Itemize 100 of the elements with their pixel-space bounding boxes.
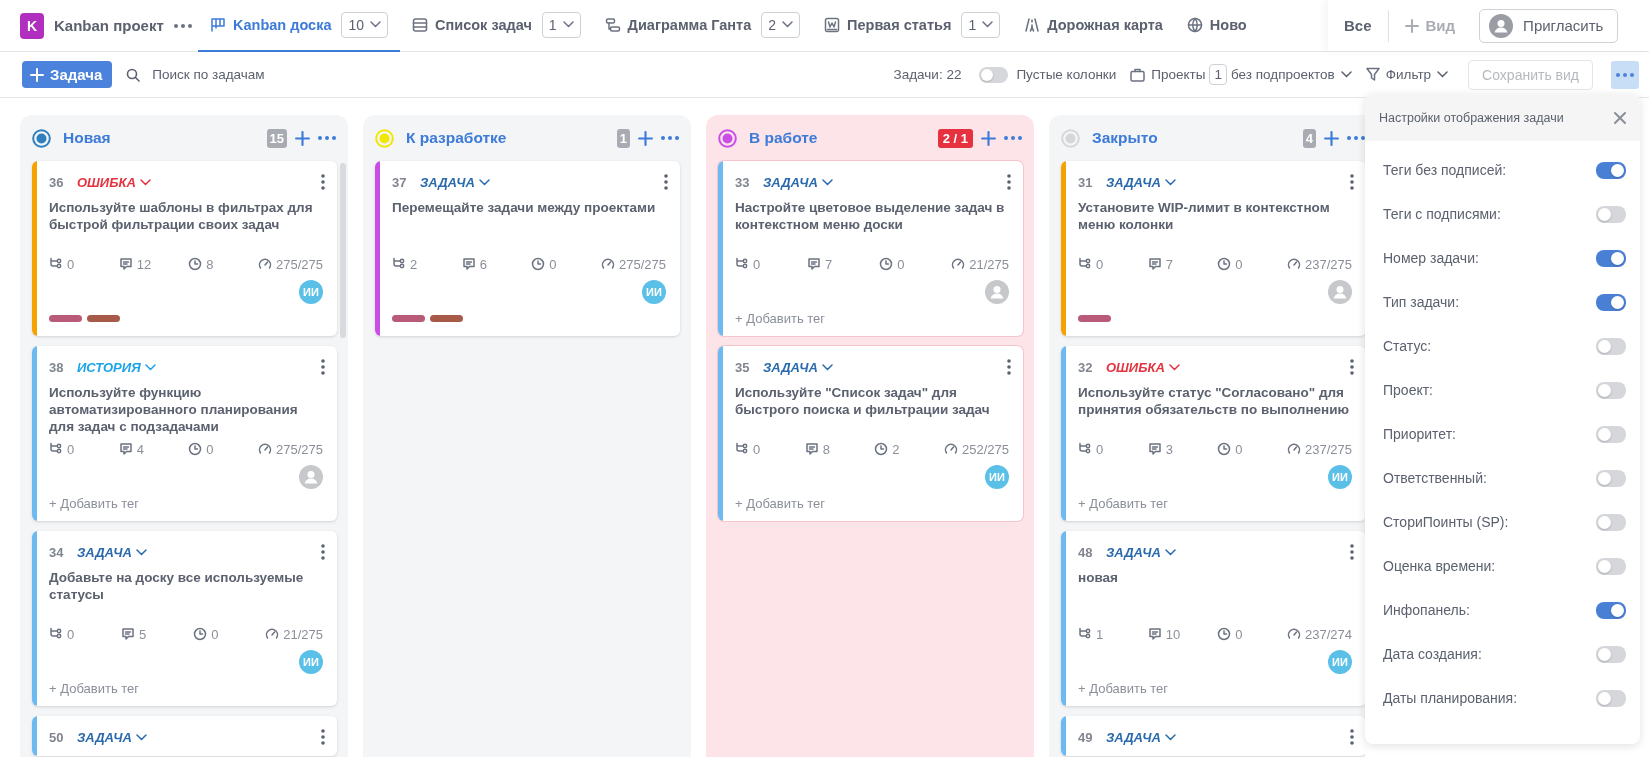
view-tab[interactable]: Диаграмма Ганта 2 [592, 0, 813, 52]
option-toggle[interactable] [1596, 381, 1626, 399]
option-toggle[interactable] [1596, 689, 1626, 707]
search-field[interactable]: Поиск по задачам [150, 66, 315, 83]
option-toggle[interactable] [1596, 601, 1626, 619]
card-menu-button[interactable] [321, 544, 325, 560]
view-count[interactable]: 2 [768, 16, 777, 33]
option-toggle[interactable] [1596, 337, 1626, 355]
scrollbar-thumb[interactable] [340, 163, 346, 338]
task-card[interactable]: 35 ЗАДАЧА Используйте "Список задач" для быстрого поиска и фильтрации задач 0 8 2 252/275 ИИ + Добавить тег [718, 346, 1023, 521]
task-title: Используйте статус "Согласовано" для принятия обязательств по выполнению [1078, 384, 1351, 419]
subtasks-icon [49, 257, 63, 271]
task-type-dropdown[interactable]: ЗАДАЧА [763, 174, 833, 190]
option-toggle[interactable] [1596, 161, 1626, 179]
view-count[interactable]: 1 [968, 16, 977, 33]
card-menu-button[interactable] [664, 174, 668, 190]
add-card-button[interactable] [295, 130, 310, 146]
task-card[interactable]: 49 ЗАДАЧА [1061, 716, 1365, 756]
option-toggle[interactable] [1596, 293, 1626, 311]
add-card-button[interactable] [1324, 130, 1339, 146]
option-toggle[interactable] [1596, 513, 1626, 531]
card-menu-button[interactable] [1350, 359, 1354, 375]
add-tag-link[interactable]: + Добавить тег [49, 680, 140, 696]
add-tag-link[interactable]: + Добавить тег [49, 495, 140, 511]
view-tab[interactable]: Kanban доска 10 [198, 0, 401, 52]
task-card[interactable]: 32 ОШИБКА Используйте статус "Согласовано" для принятия обязательств по выполнению 0 3 0 237/275 ИИ + Добавить тег [1061, 346, 1365, 521]
view-tab[interactable]: Ново [1174, 0, 1259, 52]
task-card[interactable]: 31 ЗАДАЧА Установите WIP-лимит в контекстном меню колонки 0 7 0 237/275 [1061, 161, 1365, 336]
task-type-dropdown[interactable]: ОШИБКА [77, 174, 151, 190]
more-button[interactable] [1611, 60, 1639, 89]
task-type-dropdown[interactable]: ЗАДАЧА [763, 359, 833, 375]
task-type-dropdown[interactable]: ЗАДАЧА [420, 174, 490, 190]
view-tab[interactable]: Первая статья 1 [812, 0, 1013, 52]
card-menu-button[interactable] [321, 729, 325, 745]
task-card[interactable]: 34 ЗАДАЧА Добавьте на доску все используемые статусы 0 5 0 21/275 ИИ + Добавить тег [32, 531, 337, 706]
project-name[interactable]: Kanban проект [54, 17, 164, 34]
option-toggle[interactable] [1596, 557, 1626, 575]
add-tag-link[interactable]: + Добавить тег [735, 495, 826, 511]
column-menu-button[interactable] [318, 136, 336, 140]
all-views-button[interactable]: Все [1344, 9, 1389, 42]
task-type-dropdown[interactable]: ОШИБКА [1106, 359, 1180, 375]
tag-chip[interactable] [392, 314, 425, 322]
tag-chip[interactable] [430, 314, 463, 322]
task-card[interactable]: 37 ЗАДАЧА Перемещайте задачи между проектами 2 6 0 275/275 ИИ [375, 161, 680, 336]
column-menu-button[interactable] [661, 136, 679, 140]
task-type-dropdown[interactable]: ЗАДАЧА [77, 729, 147, 745]
task-card[interactable]: 36 ОШИБКА Используйте шаблоны в фильтрах для быстрой фильтрации своих задач 0 12 8 275/275 ИИ [32, 161, 337, 336]
task-card[interactable]: 48 ЗАДАЧА новая 1 10 0 237/274 ИИ + Добавить тег [1061, 531, 1365, 706]
projects-button[interactable]: Проекты [1130, 67, 1206, 82]
dots-icon [318, 136, 336, 140]
card-menu-button[interactable] [1350, 729, 1354, 745]
task-card[interactable]: 33 ЗАДАЧА Настройте цветовое выделение задач в контекстном меню доски 0 7 0 21/275 + Добавить тег [718, 161, 1023, 336]
task-card[interactable]: 38 ИСТОРИЯ Используйте функцию автоматизированного планирования для задач с подзадачами 0 4 0 275/275 + Добавить тег [32, 346, 337, 521]
add-card-button[interactable] [638, 130, 653, 146]
project-menu-button[interactable] [173, 23, 192, 28]
tag-chip[interactable] [1078, 314, 1111, 322]
invite-button[interactable]: Пригласить [1479, 8, 1619, 43]
view-count[interactable]: 1 [548, 16, 557, 33]
option-toggle[interactable] [1596, 425, 1626, 443]
card-menu-button[interactable] [321, 359, 325, 375]
tag-chip[interactable] [49, 314, 82, 322]
plus-icon [1404, 18, 1419, 33]
add-tag-link[interactable]: + Добавить тег [1078, 680, 1169, 696]
close-button[interactable] [1614, 111, 1626, 124]
view-tab[interactable]: Дорожная карта [1012, 0, 1175, 52]
view-count-dropdown[interactable]: 1 [541, 11, 581, 38]
filter-button[interactable]: Фильтр [1365, 67, 1449, 82]
view-count[interactable]: 10 [348, 16, 365, 33]
empty-columns-toggle[interactable] [979, 66, 1009, 83]
view-tab[interactable]: Список задач 1 [400, 0, 593, 52]
card-menu-button[interactable] [1350, 174, 1354, 190]
add-task-button[interactable]: Задача [22, 61, 113, 88]
briefcase-icon [1130, 67, 1146, 82]
project-logo[interactable]: K [20, 12, 44, 39]
task-type-dropdown[interactable]: ЗАДАЧА [77, 544, 147, 560]
option-toggle[interactable] [1596, 645, 1626, 663]
subprojects-dropdown[interactable]: без подпроектов [1231, 67, 1352, 82]
card-menu-button[interactable] [321, 174, 325, 190]
option-toggle[interactable] [1596, 249, 1626, 267]
task-type-dropdown[interactable]: ЗАДАЧА [1106, 729, 1176, 745]
card-menu-button[interactable] [1007, 174, 1011, 190]
task-card[interactable]: 50 ЗАДАЧА [32, 716, 337, 756]
column-menu-button[interactable] [1004, 136, 1022, 140]
column-menu-button[interactable] [1347, 136, 1365, 140]
card-menu-button[interactable] [1007, 359, 1011, 375]
task-title: Используйте "Список задач" для быстрого поиска и фильтрации задач [735, 384, 991, 419]
task-type-dropdown[interactable]: ЗАДАЧА [1106, 174, 1176, 190]
add-card-button[interactable] [981, 130, 996, 146]
option-toggle[interactable] [1596, 205, 1626, 223]
kebab-icon [321, 544, 325, 560]
view-count-dropdown[interactable]: 10 [341, 11, 389, 38]
card-menu-button[interactable] [1350, 544, 1354, 560]
tag-chip[interactable] [87, 314, 120, 322]
view-count-dropdown[interactable]: 2 [761, 11, 801, 38]
add-tag-link[interactable]: + Добавить тег [735, 310, 826, 326]
task-number: 50 [49, 729, 65, 745]
view-count-dropdown[interactable]: 1 [961, 11, 1001, 38]
add-tag-link[interactable]: + Добавить тег [1078, 495, 1169, 511]
task-type-dropdown[interactable]: ЗАДАЧА [1106, 544, 1176, 560]
option-toggle[interactable] [1596, 469, 1626, 487]
